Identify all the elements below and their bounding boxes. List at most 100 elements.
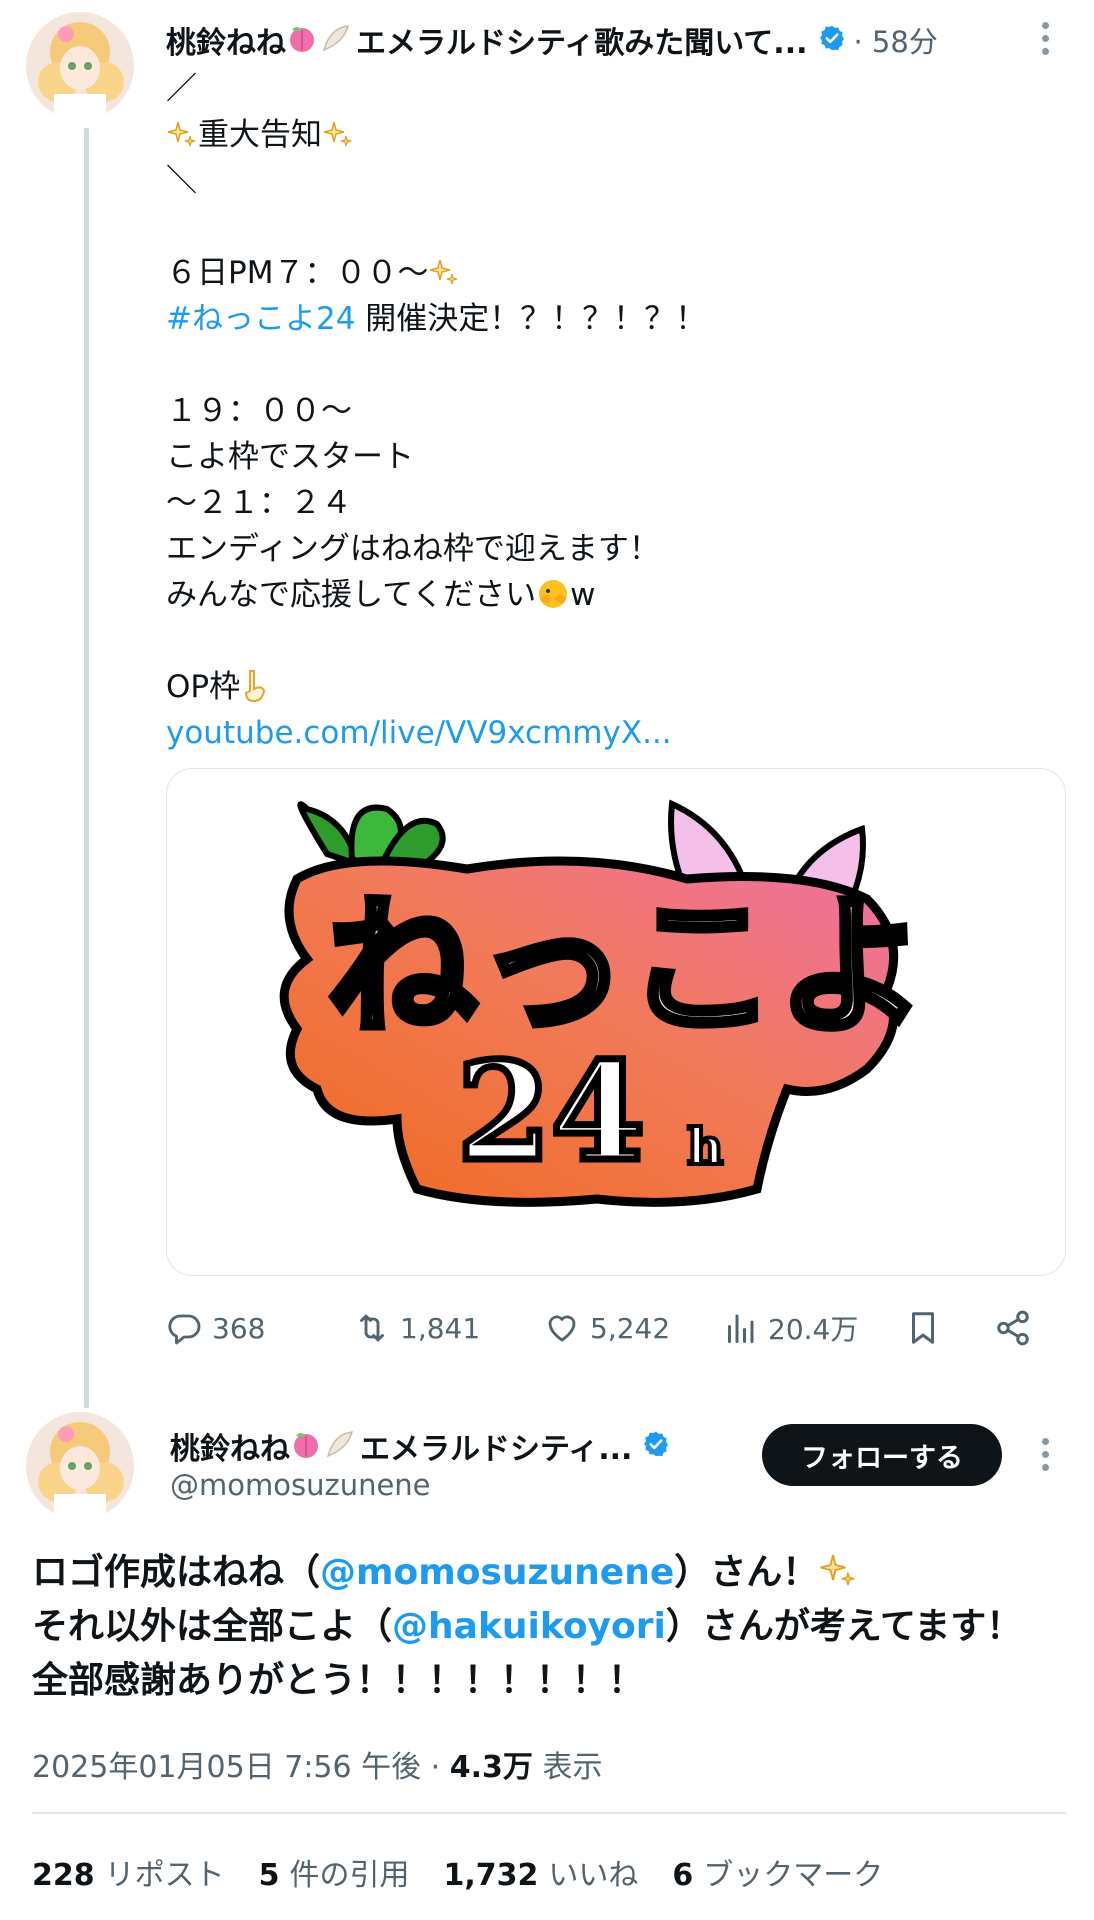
bookmarks-label: ブックマーク [703,1858,884,1893]
tweet-header: 桃鈴ねね エメラルドシティ... [170,1424,670,1468]
text-line: OP枠 [166,664,1056,710]
share-icon [994,1309,1032,1347]
display-name[interactable]: 桃鈴ねね [170,1424,290,1468]
logo-number-text: 24 [457,1032,645,1191]
text-line: エンディングはねね枠で迎えます！ [166,531,660,567]
logo-h-text: h [687,1117,723,1176]
text-span: w [570,577,596,613]
sparkles-icon [322,117,354,153]
tweet-meta: 2025年01月05日 7:56 午後 · 4.3万 表示 [32,1742,602,1786]
text-line: １９：００～ [166,393,352,429]
tweet-text: ／ 重大告知 ＼ ６日PM７：００～ #ねっこよ24 開催決定！？！？！？！ １… [166,66,1056,756]
peach-emoji-icon [290,1428,322,1464]
text-span: ）さんが考えてます！ [665,1606,1023,1647]
bookmark-button[interactable] [904,1300,942,1356]
views-chart-icon [722,1310,758,1346]
peach-emoji-icon [286,22,318,58]
reply-button[interactable]: 368 [166,1300,265,1356]
hashtag-link[interactable]: #ねっこよ24 [166,301,355,337]
divider [32,1812,1066,1814]
reposts-count: 228 [32,1858,95,1893]
bookmarks-count: 6 [672,1858,694,1893]
text-span: OP枠 [166,669,241,705]
text-span: それ以外は全部こよ（ [32,1606,393,1647]
feather-emoji-icon [320,22,352,58]
text-line: ロゴ作成はねね（@momosuzunene）さん！ [32,1546,1072,1600]
follow-button[interactable]: フォローする [762,1424,1002,1486]
reposts-stat[interactable]: 228 リポスト [32,1850,225,1894]
likes-stat[interactable]: 1,732 いいね [444,1850,639,1894]
sparkles-icon [166,117,198,153]
nekkoyo-logo-image: ねっこよ 24 h [279,799,931,1207]
thread-connector-line [84,128,89,1408]
text-line: 重大告知 [166,112,1056,158]
announcement-label: 重大告知 [198,117,322,153]
engagement-stats: 228 リポスト 5 件の引用 1,732 いいね 6 ブックマーク [32,1850,883,1894]
verified-badge-icon [642,1430,670,1462]
more-options-icon[interactable] [1030,22,1060,55]
text-line: ～２１：２４ [166,485,352,521]
logo-main-text: ねっこよ [327,879,927,1055]
quotes-label: 件の引用 [289,1858,410,1893]
sparkles-icon [428,255,460,291]
text-span: 開催決定！？！？！？！ [365,301,707,337]
display-name[interactable]: 桃鈴ねね [166,18,286,62]
likes-label: いいね [548,1858,639,1893]
like-button[interactable]: 5,242 [544,1300,670,1356]
mention-link[interactable]: @momosuzunene [320,1552,674,1593]
text-span: ロゴ作成はねね（ [32,1552,321,1593]
quotes-count: 5 [258,1858,280,1893]
repost-button[interactable]: 1,841 [354,1300,480,1356]
text-span: みんなで応援してください [166,577,537,613]
text-line: 全部感謝ありがとう！！！！！！！！ [32,1660,645,1701]
verified-badge-icon [818,24,846,56]
feather-emoji-icon [324,1428,356,1464]
tweet-actions: 368 1,841 5,242 20.4万 [166,1300,1046,1356]
text-span: ）さん！ [674,1552,819,1593]
sparkles-icon [818,1552,858,1593]
user-handle[interactable]: @momosuzunene [170,1468,431,1502]
like-count: 5,242 [590,1311,671,1345]
views-count: 4.3万 [449,1750,533,1785]
tweet-text: ロゴ作成はねね（@momosuzunene）さん！ それ以外は全部こよ（@hak… [32,1546,1072,1708]
text-line: #ねっこよ24 開催決定！？！？！？！ [166,296,1056,342]
repost-icon [354,1310,390,1346]
avatar[interactable] [26,1412,134,1520]
timestamp[interactable]: · 58分 [854,19,938,61]
display-name-suffix[interactable]: エメラルドシティ... [360,1424,632,1468]
views-button[interactable]: 20.4万 [722,1300,858,1356]
bookmark-icon [904,1309,942,1347]
reply-count: 368 [212,1311,266,1345]
text-line: それ以外は全部こよ（@hakuikoyori）さんが考えてます！ [32,1600,1072,1654]
text-line: youtube.com/live/VV9xcmmyX... [166,710,1056,756]
text-line: こよ枠でスタート [166,439,414,475]
tweet-header: 桃鈴ねね エメラルドシティ歌みた聞いて... · 58分 [166,18,1036,62]
more-options-icon[interactable] [1030,1438,1060,1471]
text-line: ６日PM７：００～ [166,250,1056,296]
tweet-timestamp[interactable]: 2025年01月05日 7:56 午後 · [32,1750,450,1785]
text-line: ＼ [166,163,197,199]
heart-icon [544,1310,580,1346]
bookmarks-stat[interactable]: 6 ブックマーク [672,1850,883,1894]
reposts-label: リポスト [104,1858,225,1893]
repost-count: 1,841 [400,1311,481,1345]
pointing-down-emoji-icon [240,669,270,705]
media-card[interactable]: ねっこよ 24 h [166,768,1066,1276]
youtube-link[interactable]: youtube.com/live/VV9xcmmyX... [166,715,672,751]
face-peeking-emoji-icon [536,577,570,613]
views-label: 表示 [532,1750,603,1785]
share-button[interactable] [994,1300,1032,1356]
reply-icon [166,1310,202,1346]
views-count: 20.4万 [768,1313,859,1346]
display-name-suffix[interactable]: エメラルドシティ歌みた聞いて... [356,18,808,62]
likes-count: 1,732 [443,1858,539,1893]
avatar[interactable] [26,12,134,120]
quotes-stat[interactable]: 5 件の引用 [259,1850,410,1894]
schedule-text: ６日PM７：００～ [166,255,429,291]
text-line: ／ [166,71,197,107]
mention-link[interactable]: @hakuikoyori [392,1606,666,1647]
text-line: みんなで応援してください w [166,572,1056,618]
